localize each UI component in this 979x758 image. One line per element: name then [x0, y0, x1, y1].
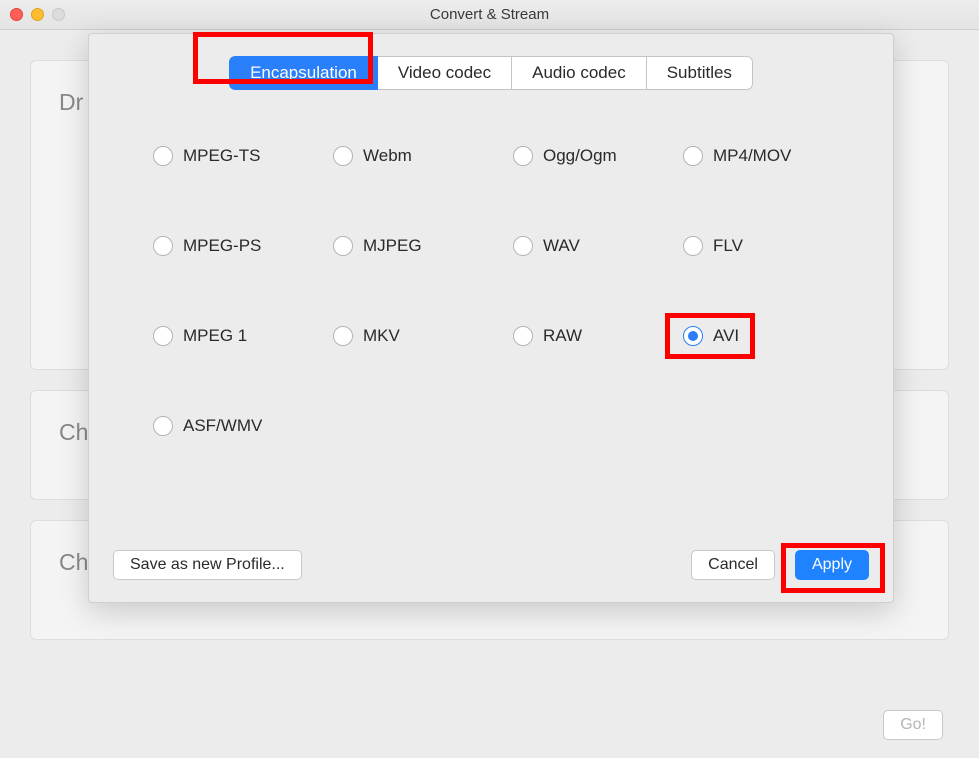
window-title: Convert & Stream	[0, 6, 979, 23]
radio-flv[interactable]: FLV	[683, 236, 843, 256]
radio-icon	[333, 326, 353, 346]
modal-footer: Save as new Profile... Cancel Apply	[113, 550, 869, 580]
maximize-icon	[52, 8, 65, 21]
go-button: Go!	[883, 710, 943, 740]
radio-label: RAW	[543, 326, 582, 346]
radio-label: MPEG 1	[183, 326, 247, 346]
radio-mpeg-ts[interactable]: MPEG-TS	[153, 146, 333, 166]
radio-icon	[513, 326, 533, 346]
radio-icon	[683, 326, 703, 346]
radio-mp4-mov[interactable]: MP4/MOV	[683, 146, 843, 166]
radio-avi[interactable]: AVI	[683, 326, 843, 346]
tab-bar: Encapsulation Video codec Audio codec Su…	[113, 56, 869, 90]
profile-modal: Encapsulation Video codec Audio codec Su…	[88, 33, 894, 603]
radio-mpeg-ps[interactable]: MPEG-PS	[153, 236, 333, 256]
radio-label: MPEG-PS	[183, 236, 261, 256]
save-as-new-profile-button[interactable]: Save as new Profile...	[113, 550, 302, 580]
radio-label: Ogg/Ogm	[543, 146, 617, 166]
radio-label: MKV	[363, 326, 400, 346]
radio-icon	[333, 146, 353, 166]
apply-button[interactable]: Apply	[795, 550, 869, 580]
cancel-button[interactable]: Cancel	[691, 550, 775, 580]
tab-audio-codec[interactable]: Audio codec	[512, 56, 647, 90]
tab-video-codec[interactable]: Video codec	[378, 56, 512, 90]
tab-subtitles[interactable]: Subtitles	[647, 56, 753, 90]
radio-icon	[513, 236, 533, 256]
radio-label: MJPEG	[363, 236, 422, 256]
radio-icon	[513, 146, 533, 166]
radio-label: MPEG-TS	[183, 146, 260, 166]
radio-wav[interactable]: WAV	[513, 236, 683, 256]
titlebar: Convert & Stream	[0, 0, 979, 30]
radio-icon	[683, 236, 703, 256]
radio-label: WAV	[543, 236, 580, 256]
radio-webm[interactable]: Webm	[333, 146, 513, 166]
radio-icon	[153, 146, 173, 166]
radio-label: Webm	[363, 146, 412, 166]
radio-label: AVI	[713, 326, 739, 346]
radio-mkv[interactable]: MKV	[333, 326, 513, 346]
main-area: Dr Ch Ch Stream Save as File Go! Encapsu…	[0, 30, 979, 758]
radio-raw[interactable]: RAW	[513, 326, 683, 346]
radio-icon	[683, 146, 703, 166]
radio-icon	[153, 416, 173, 436]
window-controls	[10, 8, 65, 21]
radio-icon	[153, 236, 173, 256]
radio-mjpeg[interactable]: MJPEG	[333, 236, 513, 256]
radio-ogg-ogm[interactable]: Ogg/Ogm	[513, 146, 683, 166]
radio-asf-wmv[interactable]: ASF/WMV	[153, 416, 333, 436]
radio-mpeg-1[interactable]: MPEG 1	[153, 326, 333, 346]
radio-icon	[333, 236, 353, 256]
radio-icon	[153, 326, 173, 346]
encapsulation-options: MPEG-TS Webm Ogg/Ogm MP4/MOV MPEG-PS MJPEG WAV…	[153, 146, 869, 436]
radio-label: ASF/WMV	[183, 416, 262, 436]
tab-encapsulation[interactable]: Encapsulation	[229, 56, 378, 90]
radio-label: FLV	[713, 236, 743, 256]
radio-label: MP4/MOV	[713, 146, 791, 166]
close-icon[interactable]	[10, 8, 23, 21]
minimize-icon[interactable]	[31, 8, 44, 21]
